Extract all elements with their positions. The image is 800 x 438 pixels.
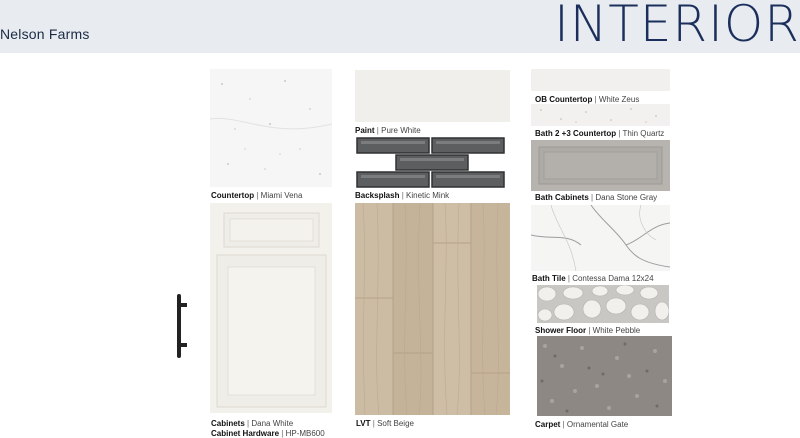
- carpet-caption: Carpet | Ornamental Gate: [535, 420, 629, 429]
- page-title: INTERIOR: [554, 0, 800, 53]
- page-header: Nelson Farms INTERIOR: [0, 0, 800, 53]
- shower-floor-caption: Shower Floor | White Pebble: [535, 326, 641, 335]
- backsplash-swatch: [356, 137, 506, 189]
- community-name: Nelson Farms: [0, 26, 90, 42]
- ob-countertop-swatch: [531, 69, 670, 91]
- bath-tile-caption: Bath Tile | Contessa Dama 12x24: [532, 274, 654, 283]
- cabinet-door-swatch: [210, 203, 332, 413]
- cabinet-hardware-caption: Cabinet Hardware | HP-MB600: [211, 429, 325, 438]
- cabinets-caption: Cabinets | Dana White: [211, 419, 294, 428]
- cabinet-hardware-image: [170, 293, 190, 359]
- bath-tile-swatch: [531, 205, 670, 271]
- backsplash-caption: Backsplash | Kinetic Mink: [355, 191, 450, 200]
- lvt-caption: LVT | Soft Beige: [356, 419, 414, 428]
- paint-caption: Paint | Pure White: [355, 126, 421, 135]
- bath23-countertop-caption: Bath 2 +3 Countertop | Thin Quartz: [535, 129, 665, 138]
- lvt-swatch: [355, 203, 510, 415]
- bath-cabinets-swatch: [531, 140, 670, 191]
- countertop-caption: Countertop | Miami Vena: [211, 191, 303, 200]
- shower-floor-swatch: [537, 285, 669, 323]
- bath23-countertop-swatch: [531, 104, 670, 126]
- countertop-swatch: [210, 69, 332, 187]
- bath-cabinets-caption: Bath Cabinets | Dana Stone Gray: [535, 193, 658, 202]
- paint-swatch: [355, 70, 510, 122]
- ob-countertop-caption: OB Countertop | White Zeus: [535, 95, 640, 104]
- carpet-swatch: [537, 336, 672, 416]
